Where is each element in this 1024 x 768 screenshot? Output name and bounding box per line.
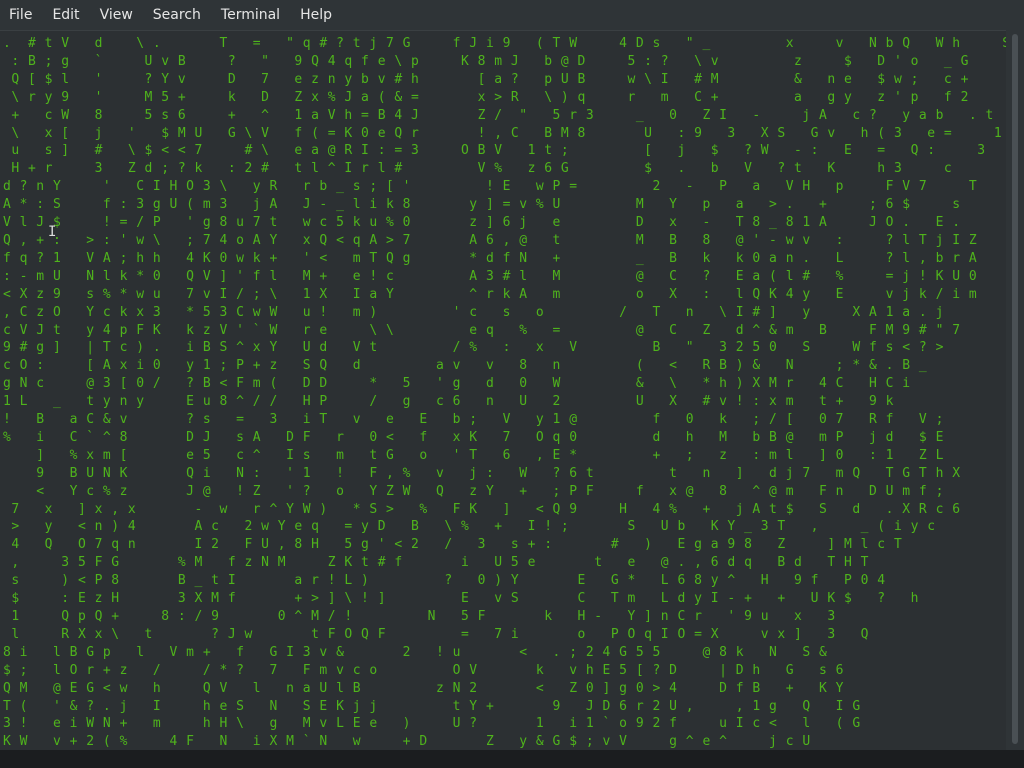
terminal-area[interactable]: . # t V d \ . T = " q # ? t j 7 G f J i … bbox=[0, 30, 1006, 751]
menu-search[interactable]: Search bbox=[143, 0, 211, 30]
text-cursor-icon: I bbox=[48, 224, 57, 240]
menu-terminal[interactable]: Terminal bbox=[211, 0, 290, 30]
bottom-strip bbox=[0, 750, 1024, 768]
menu-file[interactable]: File bbox=[0, 0, 42, 30]
menu-bar: File Edit View Search Terminal Help bbox=[0, 0, 1024, 30]
menu-view[interactable]: View bbox=[90, 0, 143, 30]
menu-edit[interactable]: Edit bbox=[42, 0, 89, 30]
scrollbar-thumb[interactable] bbox=[1012, 34, 1018, 744]
menu-help[interactable]: Help bbox=[290, 0, 342, 30]
vertical-scrollbar[interactable] bbox=[1006, 30, 1024, 750]
terminal-output: . # t V d \ . T = " q # ? t j 7 G f J i … bbox=[3, 36, 1006, 750]
